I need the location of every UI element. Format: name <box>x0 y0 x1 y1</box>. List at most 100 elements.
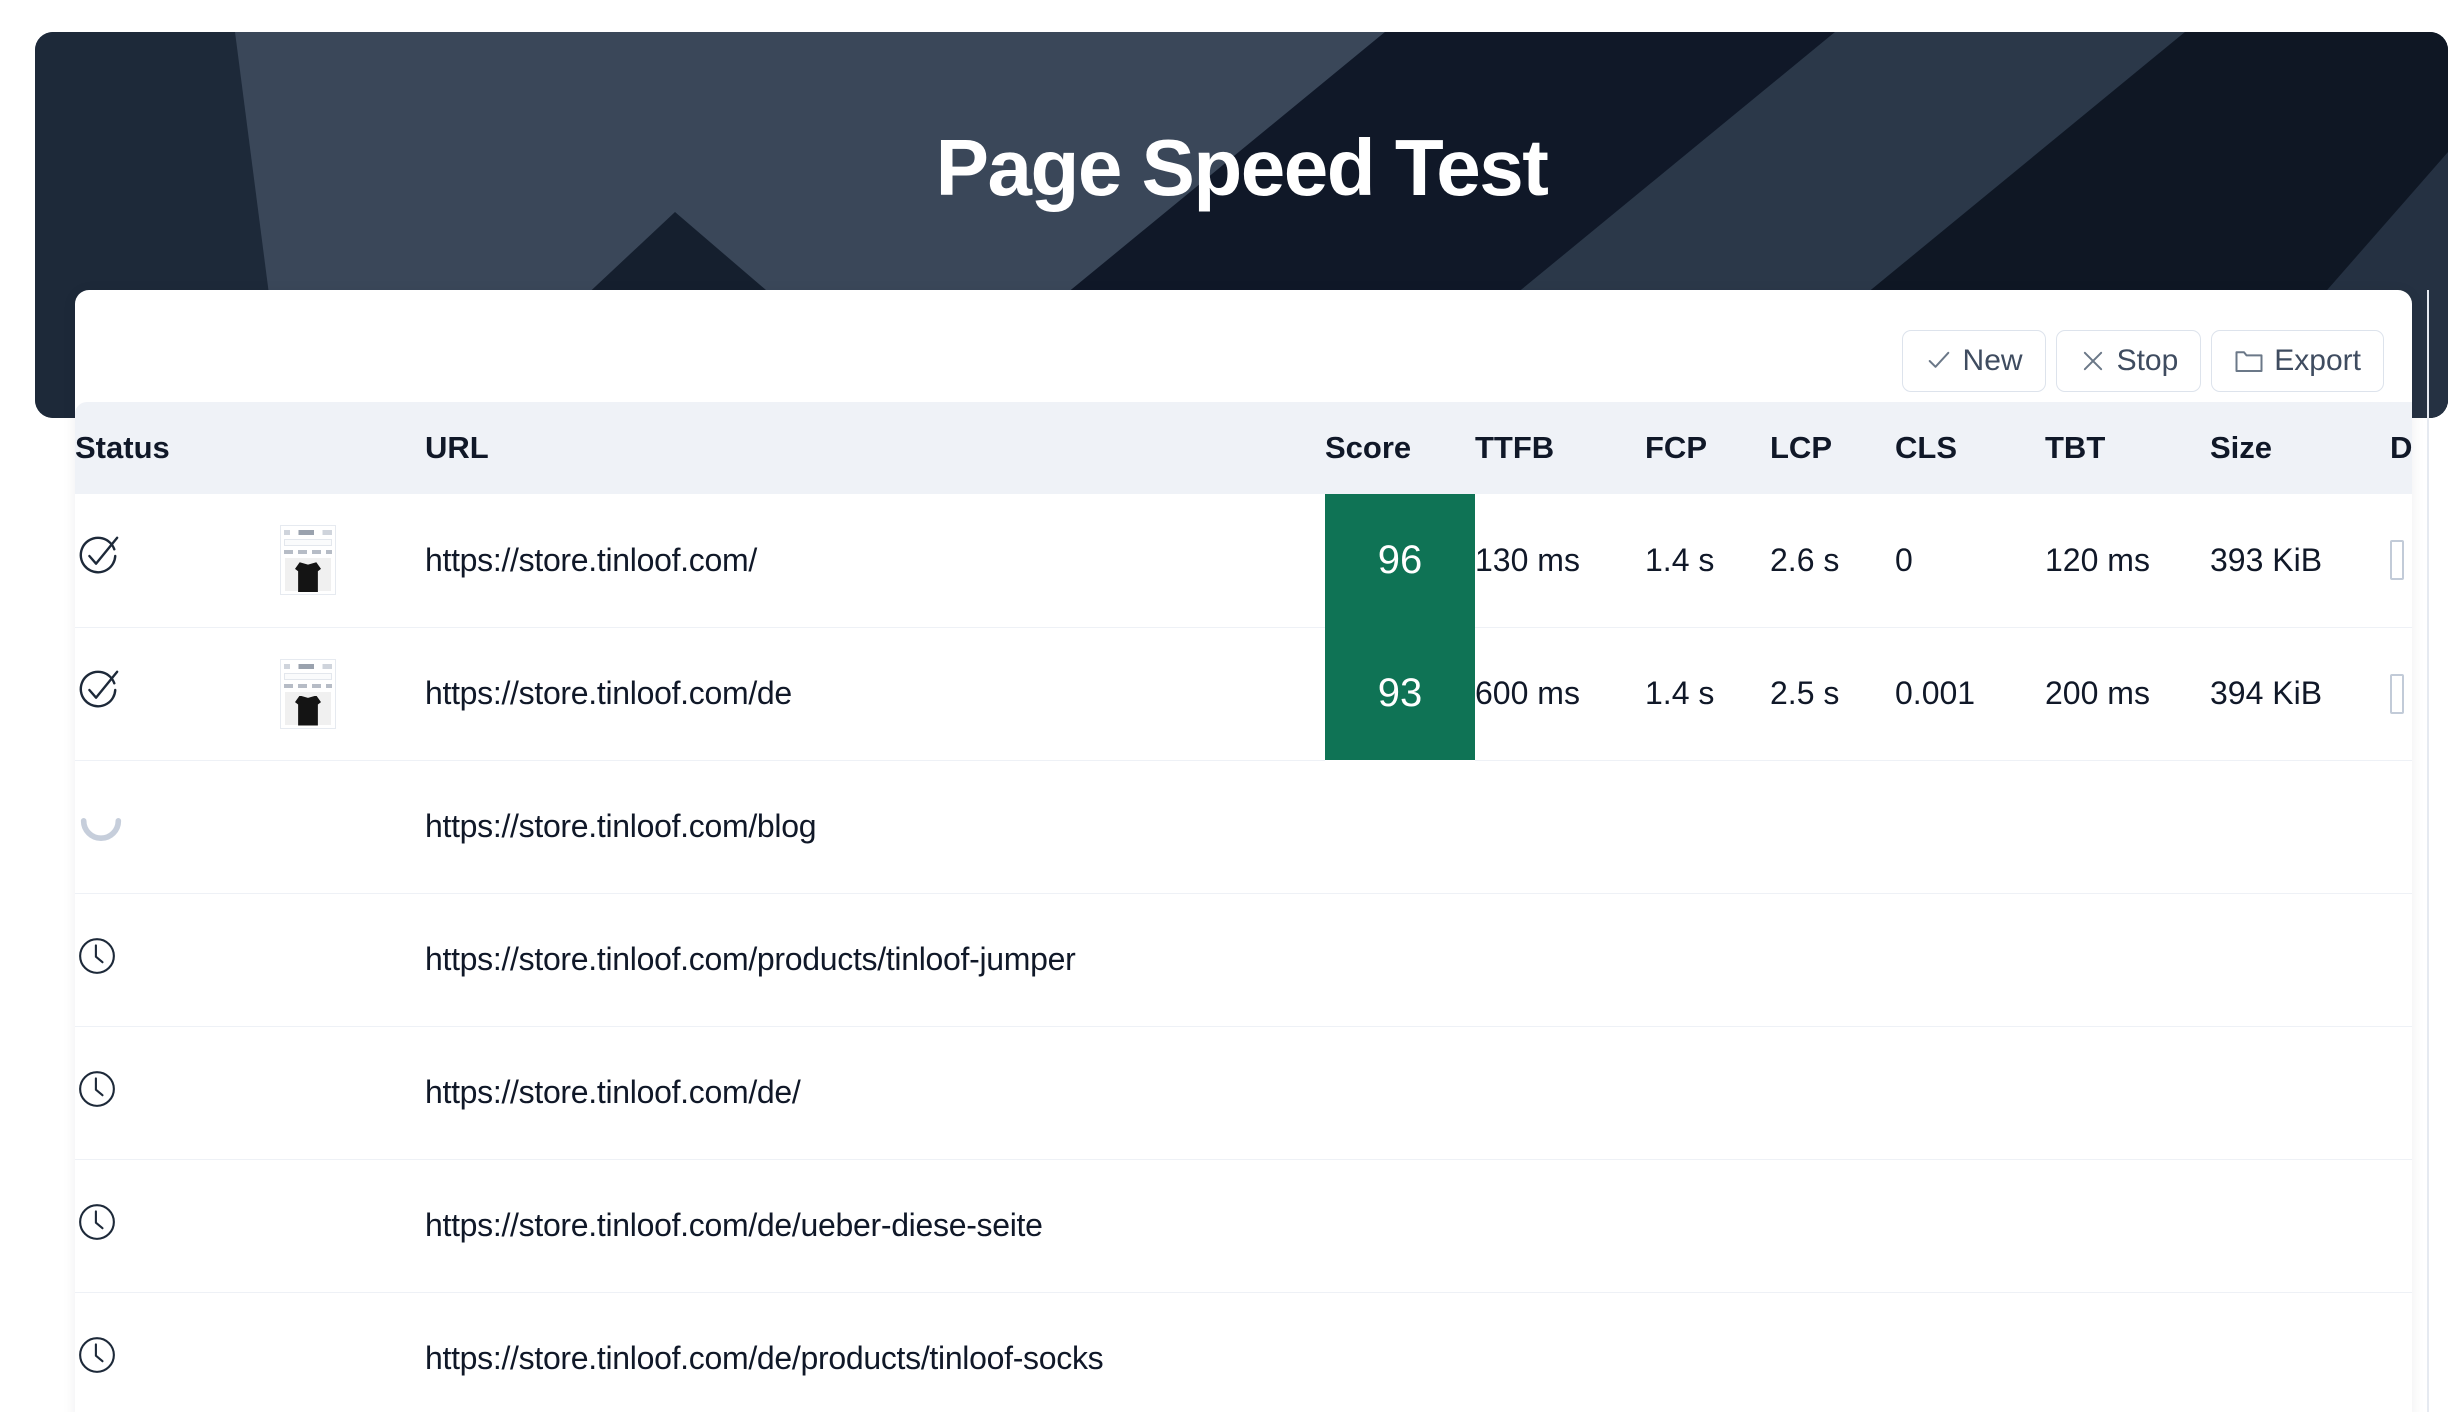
cell-tbt: 200 ms <box>2045 627 2210 760</box>
results-table-wrapper[interactable]: Status URL Score TTFB FCP LCP CLS TBT Si… <box>75 402 2412 1412</box>
cell-tbt <box>2045 1292 2210 1412</box>
column-header-tbt[interactable]: TBT <box>2045 402 2210 494</box>
cell-ttfb <box>1475 893 1645 1026</box>
cell-size <box>2210 1292 2390 1412</box>
check-icon <box>1925 347 1953 375</box>
toolbar: New Stop Export <box>1902 330 2384 392</box>
table-row[interactable]: https://store.tinloof.com/de/ <box>75 1026 2412 1159</box>
cell-thumbnail <box>280 1026 425 1159</box>
export-button-label: Export <box>2274 344 2361 378</box>
cell-tbt <box>2045 1026 2210 1159</box>
cell-size <box>2210 760 2390 893</box>
stop-button-label: Stop <box>2117 344 2179 378</box>
cell-lcp <box>1770 1159 1895 1292</box>
document-icon[interactable] <box>2390 674 2404 714</box>
cell-lcp <box>1770 1026 1895 1159</box>
cell-ttfb <box>1475 760 1645 893</box>
cell-score[interactable]: 96 <box>1325 494 1475 627</box>
cell-fcp <box>1645 893 1770 1026</box>
cell-status[interactable] <box>75 494 280 627</box>
x-icon <box>2079 347 2107 375</box>
cell-ttfb: 130 ms <box>1475 494 1645 627</box>
cell-status[interactable] <box>75 760 280 893</box>
cell-url[interactable]: https://store.tinloof.com/de/ueber-diese… <box>425 1159 1325 1292</box>
cell-url[interactable]: https://store.tinloof.com/blog <box>425 760 1325 893</box>
results-table: Status URL Score TTFB FCP LCP CLS TBT Si… <box>75 402 2412 1412</box>
export-button[interactable]: Export <box>2211 330 2384 392</box>
column-header-cls[interactable]: CLS <box>1895 402 2045 494</box>
cell-document[interactable] <box>2390 1292 2412 1412</box>
cell-tbt <box>2045 893 2210 1026</box>
column-header-size[interactable]: Size <box>2210 402 2390 494</box>
cell-score <box>1325 1026 1475 1159</box>
cell-score <box>1325 1292 1475 1412</box>
table-row[interactable]: https://store.tinloof.com/de/ueber-diese… <box>75 1159 2412 1292</box>
page-thumbnail[interactable] <box>280 525 336 595</box>
cell-document[interactable] <box>2390 1026 2412 1159</box>
check-circle-icon <box>75 667 121 721</box>
column-header-lcp[interactable]: LCP <box>1770 402 1895 494</box>
cell-thumbnail <box>280 760 425 893</box>
score-badge: 96 <box>1325 494 1475 627</box>
cell-cls <box>1895 1292 2045 1412</box>
column-header-documents[interactable]: D <box>2390 402 2412 494</box>
cell-url[interactable]: https://store.tinloof.com/de <box>425 627 1325 760</box>
cell-url[interactable]: https://store.tinloof.com/de/ <box>425 1026 1325 1159</box>
cell-ttfb <box>1475 1292 1645 1412</box>
cell-status[interactable] <box>75 1292 280 1412</box>
cell-thumbnail <box>280 627 425 760</box>
cell-score[interactable]: 93 <box>1325 627 1475 760</box>
cell-url[interactable]: https://store.tinloof.com/de/products/ti… <box>425 1292 1325 1412</box>
cell-fcp: 1.4 s <box>1645 494 1770 627</box>
table-row[interactable]: https://store.tinloof.com/ 96 130 ms 1.4… <box>75 494 2412 627</box>
table-row[interactable]: https://store.tinloof.com/de/products/ti… <box>75 1292 2412 1412</box>
cell-ttfb <box>1475 1026 1645 1159</box>
table-body: https://store.tinloof.com/ 96 130 ms 1.4… <box>75 494 2412 1412</box>
stop-button[interactable]: Stop <box>2056 330 2202 392</box>
cell-status[interactable] <box>75 1026 280 1159</box>
cell-size: 393 KiB <box>2210 494 2390 627</box>
clock-icon <box>75 934 119 986</box>
cell-status[interactable] <box>75 1159 280 1292</box>
cell-lcp: 2.6 s <box>1770 494 1895 627</box>
cell-tbt <box>2045 760 2210 893</box>
spinner-icon <box>75 797 127 857</box>
table-row[interactable]: https://store.tinloof.com/products/tinlo… <box>75 893 2412 1026</box>
new-button[interactable]: New <box>1902 330 2046 392</box>
cell-url[interactable]: https://store.tinloof.com/products/tinlo… <box>425 893 1325 1026</box>
new-button-label: New <box>1963 344 2023 378</box>
column-header-status[interactable]: Status <box>75 402 280 494</box>
cell-document[interactable] <box>2390 627 2412 760</box>
cell-score <box>1325 1159 1475 1292</box>
cell-lcp <box>1770 760 1895 893</box>
check-circle-icon <box>75 533 121 587</box>
table-row[interactable]: https://store.tinloof.com/de 93 600 ms 1… <box>75 627 2412 760</box>
cell-size <box>2210 1159 2390 1292</box>
table-head: Status URL Score TTFB FCP LCP CLS TBT Si… <box>75 402 2412 494</box>
column-header-fcp[interactable]: FCP <box>1645 402 1770 494</box>
cell-document[interactable] <box>2390 893 2412 1026</box>
cell-size <box>2210 893 2390 1026</box>
cell-fcp <box>1645 1292 1770 1412</box>
column-header-score[interactable]: Score <box>1325 402 1475 494</box>
cell-status[interactable] <box>75 627 280 760</box>
cell-cls: 0 <box>1895 494 2045 627</box>
cell-thumbnail <box>280 893 425 1026</box>
cell-cls <box>1895 1159 2045 1292</box>
cell-size <box>2210 1026 2390 1159</box>
cell-document[interactable] <box>2390 494 2412 627</box>
cell-url[interactable]: https://store.tinloof.com/ <box>425 494 1325 627</box>
cell-document[interactable] <box>2390 1159 2412 1292</box>
table-row[interactable]: https://store.tinloof.com/blog <box>75 760 2412 893</box>
cell-cls <box>1895 760 2045 893</box>
cell-score <box>1325 893 1475 1026</box>
cell-document[interactable] <box>2390 760 2412 893</box>
column-header-ttfb[interactable]: TTFB <box>1475 402 1645 494</box>
column-header-thumbnail <box>280 402 425 494</box>
cell-status[interactable] <box>75 893 280 1026</box>
document-icon[interactable] <box>2390 540 2404 580</box>
cell-lcp: 2.5 s <box>1770 627 1895 760</box>
column-header-url[interactable]: URL <box>425 402 1325 494</box>
cell-cls <box>1895 893 2045 1026</box>
page-thumbnail[interactable] <box>280 659 336 729</box>
